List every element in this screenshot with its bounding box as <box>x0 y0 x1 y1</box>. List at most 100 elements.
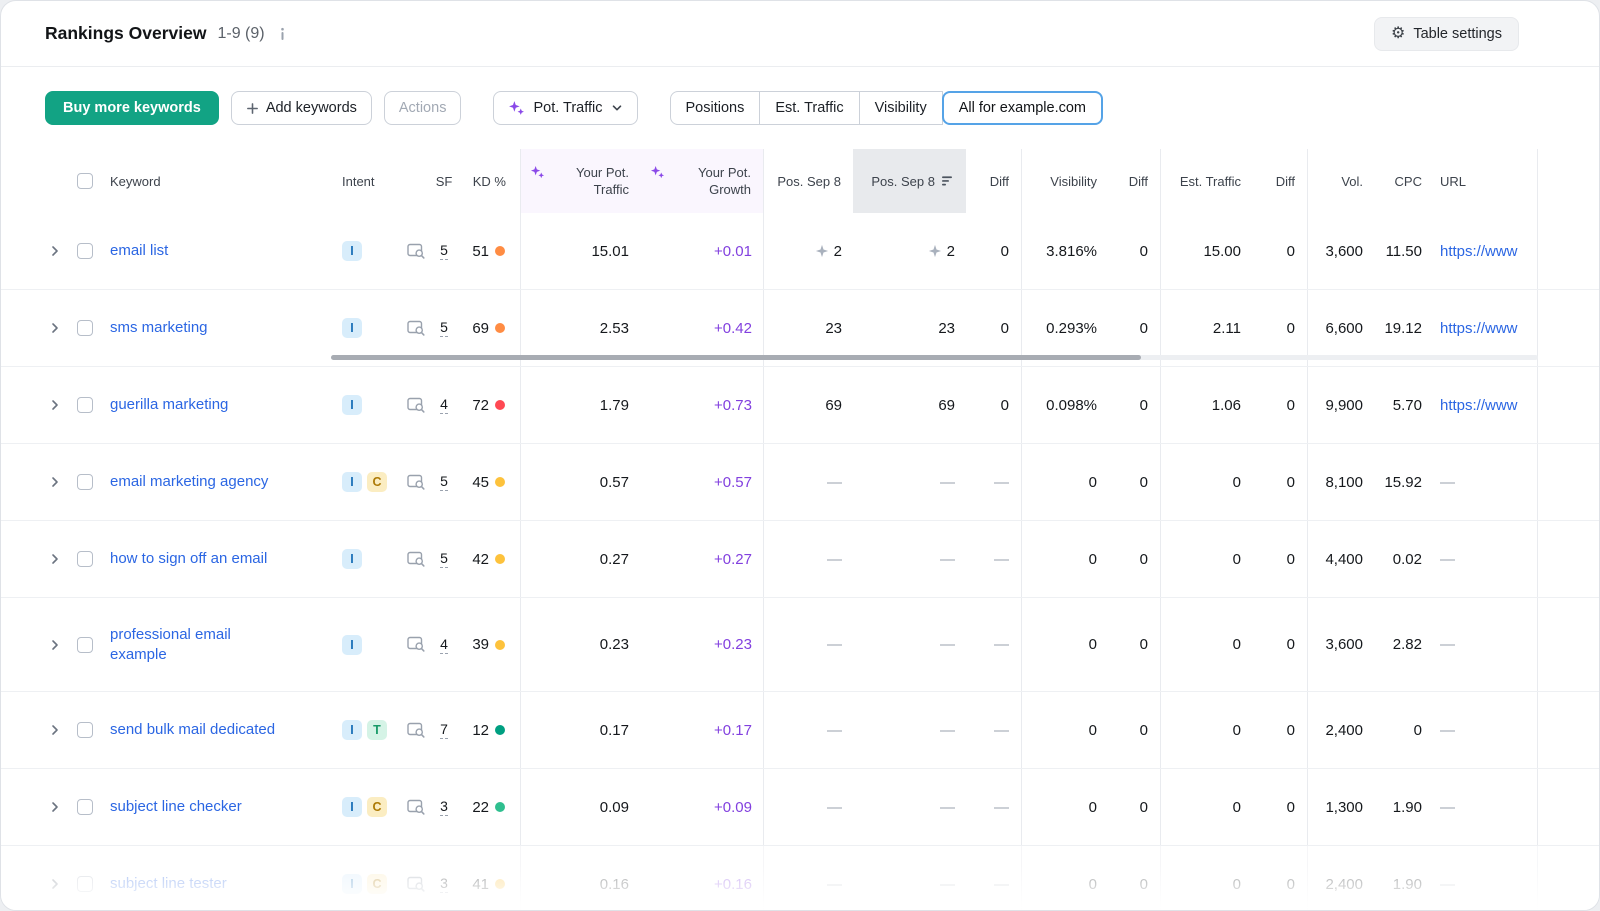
col-header-intent[interactable]: Intent <box>331 149 401 213</box>
row-checkbox[interactable] <box>77 876 93 892</box>
keyword-cell: subject line tester <box>101 846 331 911</box>
sf-value[interactable]: 3 <box>440 875 448 893</box>
pot-traffic-cell: 0.16 <box>521 846 641 911</box>
col-header-diff-visibility[interactable]: Diff <box>1109 149 1161 213</box>
expand-row-button[interactable] <box>41 846 69 911</box>
volume-cell: 4,400 <box>1308 521 1375 597</box>
sf-value[interactable]: 5 <box>440 319 448 337</box>
col-header-diff-pos[interactable]: Diff <box>966 149 1022 213</box>
serp-features-button[interactable] <box>401 769 431 845</box>
keyword-link[interactable]: guerilla marketing <box>110 395 228 415</box>
position-previous-cell: — <box>853 769 966 845</box>
col-header-cpc[interactable]: CPC <box>1375 149 1434 213</box>
row-checkbox[interactable] <box>77 551 93 567</box>
sf-value[interactable]: 4 <box>440 636 448 654</box>
col-header-pot-traffic[interactable]: Your Pot. Traffic <box>521 149 641 213</box>
table-row: email marketing agencyIC5450.57+0.57———0… <box>1 444 1599 521</box>
intent-badge-I: I <box>342 395 362 415</box>
pot-traffic-cell: 15.01 <box>521 213 641 289</box>
intent-badge-I: I <box>342 549 362 569</box>
serp-features-icon <box>407 551 426 568</box>
sf-value[interactable]: 3 <box>440 798 448 816</box>
url-cell: — <box>1434 521 1538 597</box>
row-checkbox[interactable] <box>77 637 93 653</box>
expand-row-button[interactable] <box>41 213 69 289</box>
serp-features-button[interactable] <box>401 444 431 520</box>
keyword-link[interactable]: subject line checker <box>110 797 242 817</box>
select-all-checkbox[interactable] <box>77 173 93 189</box>
expand-row-button[interactable] <box>41 769 69 845</box>
expand-row-button[interactable] <box>41 444 69 520</box>
keyword-link[interactable]: sms marketing <box>110 318 208 338</box>
expand-row-button[interactable] <box>41 521 69 597</box>
keyword-link[interactable]: email marketing agency <box>110 472 268 492</box>
col-header-est-traffic[interactable]: Est. Traffic <box>1161 149 1253 213</box>
col-header-kd[interactable]: KD % <box>457 149 521 213</box>
expand-row-button[interactable] <box>41 692 69 768</box>
visibility-cell: 0.098% <box>1022 367 1109 443</box>
position-current-cell: 69 <box>764 367 853 443</box>
metric-dropdown[interactable]: Pot. Traffic <box>493 91 637 125</box>
expand-row-button[interactable] <box>41 290 69 366</box>
intent-badge-T: T <box>367 720 387 740</box>
row-checkbox[interactable] <box>77 320 93 336</box>
serp-features-button[interactable] <box>401 598 431 691</box>
kd-cell: 45 <box>457 444 521 520</box>
serp-features-button[interactable] <box>401 367 431 443</box>
kd-difficulty-dot <box>495 879 505 889</box>
gear-icon: ⚙ <box>1391 26 1405 42</box>
expand-row-button[interactable] <box>41 367 69 443</box>
keyword-link[interactable]: subject line tester <box>110 874 227 894</box>
col-header-diff-est-traffic[interactable]: Diff <box>1253 149 1308 213</box>
serp-features-button[interactable] <box>401 213 431 289</box>
horizontal-scrollbar-thumb[interactable] <box>331 355 1141 360</box>
view-tab-visibility[interactable]: Visibility <box>859 91 943 125</box>
col-header-sf[interactable]: SF <box>431 149 457 213</box>
col-header-pot-growth[interactable]: Your Pot. Growth <box>641 149 764 213</box>
view-tab-positions[interactable]: Positions <box>670 91 761 125</box>
expand-row-button[interactable] <box>41 598 69 691</box>
sf-value[interactable]: 5 <box>440 550 448 568</box>
table-settings-button[interactable]: ⚙ Table settings <box>1374 17 1519 51</box>
col-header-keyword[interactable]: Keyword <box>101 149 331 213</box>
diff-pos-cell: 0 <box>966 213 1022 289</box>
pot-growth-cell: +0.01 <box>641 213 764 289</box>
info-icon[interactable] <box>276 27 289 41</box>
url-link[interactable]: https://www <box>1440 397 1518 414</box>
col-header-url[interactable]: URL <box>1434 149 1538 213</box>
row-checkbox[interactable] <box>77 397 93 413</box>
col-header-pos-current[interactable]: Pos. Sep 8 <box>764 149 853 213</box>
keyword-link[interactable]: professional email example <box>110 625 265 665</box>
intent-badge-I: I <box>342 874 362 894</box>
buy-more-keywords-button[interactable]: Buy more keywords <box>45 91 219 125</box>
row-checkbox[interactable] <box>77 799 93 815</box>
url-link[interactable]: https://www <box>1440 320 1518 337</box>
serp-features-button[interactable] <box>401 692 431 768</box>
add-keywords-button[interactable]: Add keywords <box>231 91 372 125</box>
pot-growth-cell: +0.57 <box>641 444 764 520</box>
col-header-volume[interactable]: Vol. <box>1308 149 1375 213</box>
sf-value[interactable]: 7 <box>440 721 448 739</box>
url-link[interactable]: https://www <box>1440 243 1518 260</box>
sf-value[interactable]: 5 <box>440 242 448 260</box>
kd-difficulty-dot <box>495 640 505 650</box>
view-tab-est-traffic[interactable]: Est. Traffic <box>759 91 859 125</box>
actions-button[interactable]: Actions <box>384 91 462 125</box>
chevron-right-icon <box>49 322 61 334</box>
serp-features-button[interactable] <box>401 521 431 597</box>
sf-value[interactable]: 5 <box>440 473 448 491</box>
keyword-link[interactable]: email list <box>110 241 168 261</box>
col-header-pos-previous-sorted[interactable]: Pos. Sep 8 <box>853 149 966 213</box>
sf-value[interactable]: 4 <box>440 396 448 414</box>
keyword-link[interactable]: send bulk mail dedicated <box>110 720 275 740</box>
view-tab-all-for-example-com[interactable]: All for example.com <box>942 91 1103 125</box>
keyword-link[interactable]: how to sign off an email <box>110 549 267 569</box>
diff-est-traffic-cell: 0 <box>1253 444 1308 520</box>
serp-features-icon <box>407 474 426 491</box>
row-checkbox[interactable] <box>77 474 93 490</box>
serp-features-button[interactable] <box>401 846 431 911</box>
col-header-visibility[interactable]: Visibility <box>1022 149 1109 213</box>
row-checkbox[interactable] <box>77 243 93 259</box>
row-checkbox[interactable] <box>77 722 93 738</box>
kd-cell: 51 <box>457 213 521 289</box>
